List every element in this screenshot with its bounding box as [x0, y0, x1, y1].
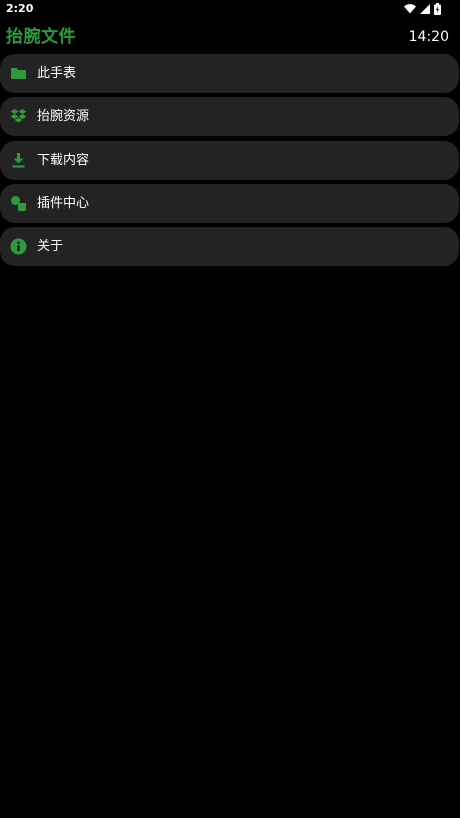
signal-icon — [420, 4, 430, 14]
menu-item-downloads[interactable]: 下载内容 — [0, 141, 459, 180]
menu-item-plugins[interactable]: 插件中心 — [0, 184, 459, 223]
menu-item-label: 此手表 — [37, 66, 77, 81]
status-time: 2:20 — [6, 2, 34, 15]
menu-item-label: 插件中心 — [37, 196, 90, 211]
dropbox-icon — [10, 108, 27, 125]
menu-item-this-watch[interactable]: 此手表 — [0, 54, 459, 93]
status-icons — [404, 3, 441, 15]
plugin-icon — [10, 195, 27, 212]
app-title: 抬腕文件 — [6, 27, 76, 47]
menu-item-resources[interactable]: 抬腕资源 — [0, 97, 459, 136]
wifi-icon — [404, 4, 416, 14]
folder-icon — [10, 65, 27, 82]
status-bar: 2:20 — [0, 0, 460, 18]
menu-item-label: 抬腕资源 — [37, 109, 90, 124]
menu-item-label: 关于 — [37, 239, 64, 254]
battery-icon — [434, 3, 441, 15]
clock: 14:20 — [408, 29, 449, 45]
info-icon — [10, 238, 27, 255]
menu-item-about[interactable]: 关于 — [0, 227, 459, 266]
download-icon — [10, 152, 27, 169]
menu-item-label: 下载内容 — [37, 153, 90, 168]
app-header: 抬腕文件 14:20 — [0, 24, 460, 50]
